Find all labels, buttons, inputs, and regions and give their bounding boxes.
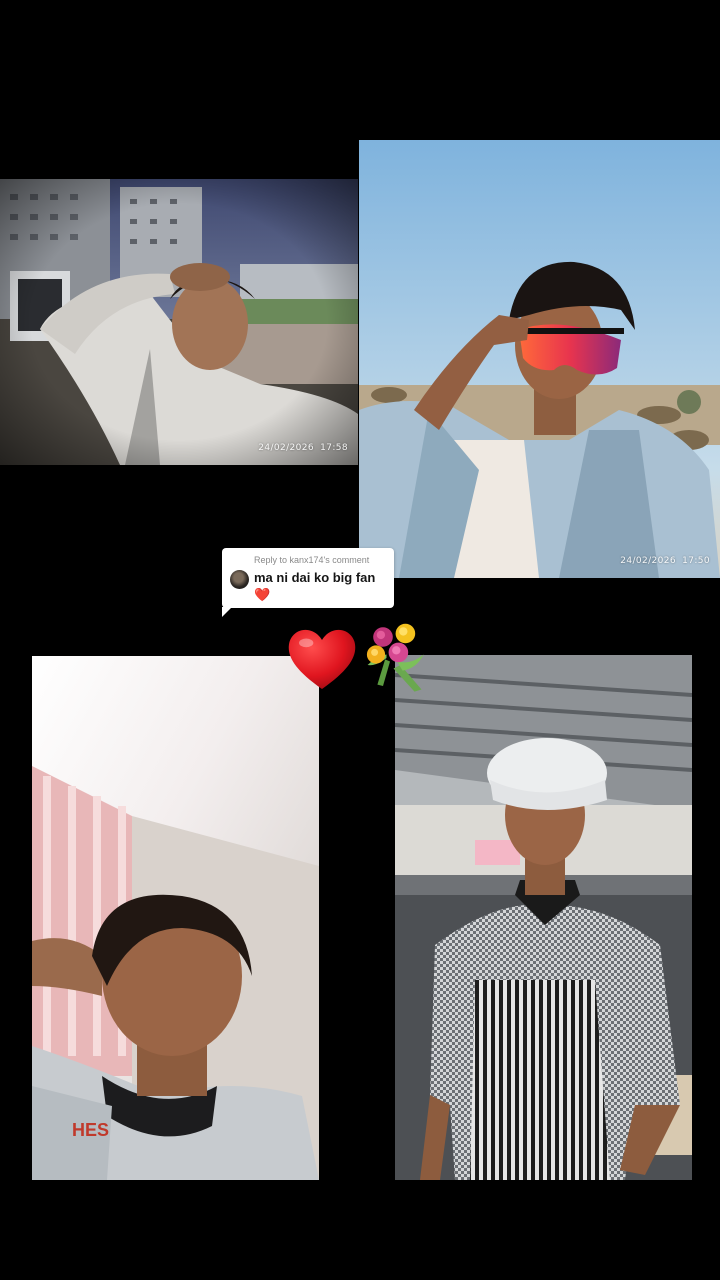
svg-text:HES: HES <box>72 1120 109 1140</box>
commenter-avatar <box>230 570 249 589</box>
comment-text: ma ni dai ko big fan❤️ <box>254 570 376 602</box>
reply-comment-bubble[interactable]: Reply to kanx174's comment ma ni dai ko … <box>222 548 394 617</box>
photo-chef-kitchen[interactable] <box>395 655 692 1180</box>
photo-timestamp: 24/02/2026 17:58 <box>258 443 348 453</box>
photo-timestamp: 24/02/2026 17:50 <box>620 556 710 566</box>
photo-rooftop-selfie[interactable]: 24/02/2026 17:58 <box>0 179 358 465</box>
photo-closeup-selfie[interactable]: HES <box>32 656 319 1180</box>
bouquet-icon <box>366 623 424 692</box>
photo-sunglasses-denim[interactable]: 24/02/2026 17:50 <box>359 140 720 578</box>
reply-label: Reply to kanx174's comment <box>254 555 370 565</box>
heart-icon <box>288 629 356 689</box>
